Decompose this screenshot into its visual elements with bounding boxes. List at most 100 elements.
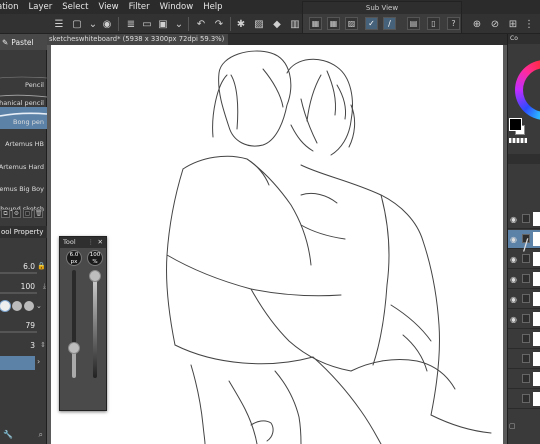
- brush-item-artemus-big-boy[interactable]: Artemus Big Boy: [0, 174, 47, 196]
- opacity-bar[interactable]: [0, 292, 37, 294]
- search-icon[interactable]: ⌕: [39, 430, 43, 442]
- layer-checkbox[interactable]: [522, 354, 530, 363]
- color-wheel[interactable]: [515, 60, 540, 120]
- subview-brush-icon[interactable]: ∕: [383, 17, 396, 30]
- list-icon[interactable]: ≣: [124, 17, 138, 31]
- document-tab[interactable]: sketcheswhiteboard* (5938 x 3300px 72dpi…: [47, 34, 507, 45]
- new-layer-icon[interactable]: ▢: [509, 422, 516, 430]
- hardness-row[interactable]: 79: [0, 319, 47, 333]
- brush-item-artemus-hb[interactable]: Artemus HB: [0, 129, 47, 151]
- transparent-swatch[interactable]: [509, 138, 527, 143]
- menu-window[interactable]: Window: [155, 2, 199, 12]
- new-file-icon[interactable]: ▢: [70, 17, 84, 31]
- subview-import-icon[interactable]: ▤: [407, 17, 420, 30]
- duplicate-icon[interactable]: ⧉: [1, 209, 10, 218]
- menu-select[interactable]: Select: [57, 2, 93, 12]
- tip-shape-2[interactable]: [12, 301, 22, 311]
- tool-property-header[interactable]: ool Property: [0, 226, 47, 238]
- layer-row[interactable]: [508, 390, 540, 409]
- pen-icon[interactable]: ∕: [522, 234, 530, 254]
- brush-group-tab[interactable]: ✎ Pastel: [0, 34, 47, 50]
- layer-checkbox[interactable]: [522, 294, 530, 303]
- eye-icon[interactable]: ◉: [510, 255, 517, 264]
- tip-shape-3[interactable]: [24, 301, 34, 311]
- layer-row[interactable]: ◉: [508, 310, 540, 329]
- snap-icon[interactable]: ⊕: [470, 17, 484, 31]
- lock-icon[interactable]: 🔒: [37, 262, 46, 270]
- pressure-icon[interactable]: ⤓: [43, 282, 46, 291]
- tip-shape-1[interactable]: [0, 301, 10, 311]
- layer-row[interactable]: [508, 370, 540, 389]
- menu-filter[interactable]: Filter: [124, 2, 155, 12]
- more-icon[interactable]: ⋮: [522, 17, 536, 31]
- opacity-row[interactable]: 100 ⤓: [0, 280, 47, 294]
- menu-help[interactable]: Help: [198, 2, 227, 12]
- color-circle-header[interactable]: Co: [508, 34, 540, 44]
- menu-layer[interactable]: Layer: [24, 2, 58, 12]
- opacity-slider-knob[interactable]: [89, 270, 101, 282]
- menu-icon[interactable]: ☰: [52, 17, 66, 31]
- brush-item-bong-pen[interactable]: Bong pen: [0, 107, 47, 129]
- undo-icon[interactable]: ↶: [194, 17, 208, 31]
- color-bar[interactable]: [0, 356, 35, 370]
- subview-phone-icon[interactable]: ▯: [427, 17, 440, 30]
- tool-window-title[interactable]: Tool ⋮ ✕: [60, 237, 106, 248]
- brush-size-bar[interactable]: [0, 272, 37, 274]
- fill-icon[interactable]: ◆: [270, 17, 284, 31]
- copy-icon[interactable]: ▢: [23, 209, 32, 218]
- save-icon[interactable]: ◉: [100, 17, 114, 31]
- layer-checkbox[interactable]: [522, 334, 530, 343]
- eye-icon[interactable]: ◉: [510, 235, 517, 244]
- transform-icon[interactable]: ▥: [288, 17, 302, 31]
- subview-select-icon[interactable]: ▨: [345, 17, 358, 30]
- layer-row[interactable]: [508, 350, 540, 369]
- redo-icon[interactable]: ↷: [212, 17, 226, 31]
- chevron-down-icon[interactable]: ⌄: [36, 302, 42, 310]
- wrench-icon[interactable]: 🔧: [3, 430, 13, 442]
- layer-checkbox[interactable]: [522, 314, 530, 323]
- layer-checkbox[interactable]: [522, 274, 530, 283]
- layer-row[interactable]: [508, 330, 540, 349]
- export-icon[interactable]: ▣: [156, 17, 170, 31]
- close-icon[interactable]: ✕: [98, 237, 103, 248]
- subview-eyedropper-icon[interactable]: ✓: [365, 17, 378, 30]
- canvas[interactable]: [51, 45, 503, 444]
- dropdown-icon[interactable]: ⌄: [86, 17, 100, 31]
- subview-title[interactable]: Sub View: [303, 2, 461, 14]
- layer-checkbox[interactable]: [522, 374, 530, 383]
- eye-icon[interactable]: ◉: [510, 295, 517, 304]
- layer-row[interactable]: ◉: [508, 210, 540, 229]
- layer-row[interactable]: ◉ ∕: [508, 230, 540, 254]
- layer-row[interactable]: ◉: [508, 270, 540, 289]
- stabilization-row[interactable]: 3 ⇕: [0, 339, 47, 353]
- menu-animation[interactable]: ation: [0, 2, 24, 12]
- layer-checkbox[interactable]: [522, 214, 530, 223]
- opacity-slider[interactable]: [89, 270, 101, 378]
- menu-dots-icon[interactable]: ⋮: [88, 237, 95, 248]
- hardness-bar[interactable]: [0, 331, 37, 333]
- ruler-icon[interactable]: ⊘: [488, 17, 502, 31]
- layer-checkbox[interactable]: [522, 394, 530, 403]
- subview-grid-icon[interactable]: ▦: [309, 17, 322, 30]
- main-color-swatch[interactable]: [509, 118, 522, 131]
- delete-icon[interactable]: 🗑: [34, 209, 43, 218]
- eye-icon[interactable]: ◉: [510, 315, 517, 324]
- clear-icon[interactable]: ✱: [234, 17, 248, 31]
- layer-checkbox[interactable]: [522, 254, 530, 263]
- chevron-right-icon[interactable]: ›: [37, 357, 40, 366]
- menu-view[interactable]: View: [93, 2, 123, 12]
- layer-row[interactable]: ◉: [508, 250, 540, 269]
- eye-icon[interactable]: ◉: [510, 215, 517, 224]
- subview-help-icon[interactable]: ?: [447, 17, 460, 30]
- layer-panel-header[interactable]: [508, 154, 540, 164]
- grid-icon[interactable]: ⊞: [506, 17, 520, 31]
- stepper-icon[interactable]: ⇕: [40, 341, 46, 349]
- brush-item-artemus-hard[interactable]: Artemus Hard: [0, 152, 47, 174]
- layer-row[interactable]: ◉: [508, 290, 540, 309]
- brush-size-row[interactable]: 6.0 🔒: [0, 260, 47, 274]
- chevron-down-icon[interactable]: ⌄: [172, 17, 186, 31]
- subview-ruler-icon[interactable]: ▦: [327, 17, 340, 30]
- size-slider-knob[interactable]: [68, 342, 80, 354]
- clear-outside-icon[interactable]: ▨: [252, 17, 266, 31]
- folder-icon[interactable]: ▭: [140, 17, 154, 31]
